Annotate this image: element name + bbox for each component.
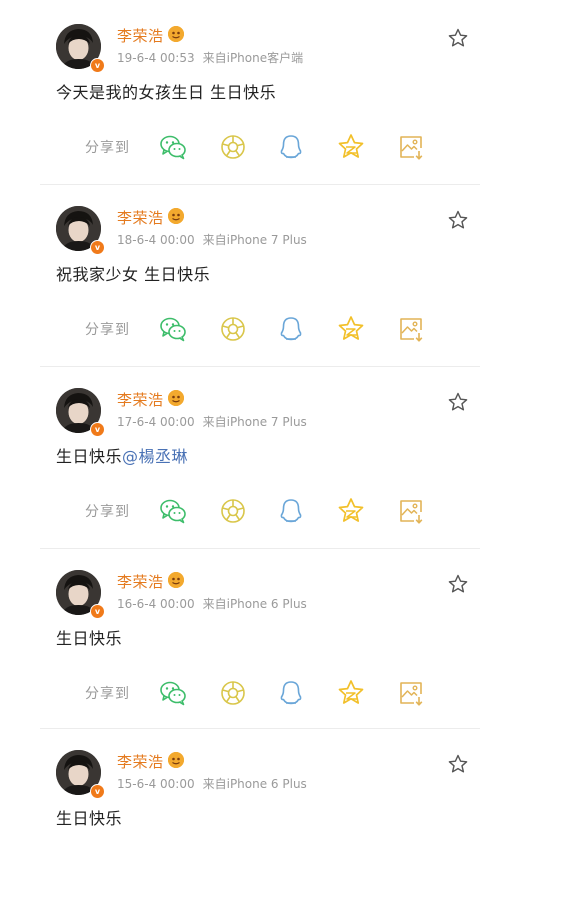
post-content: 生日快乐 xyxy=(56,625,122,649)
moments-icon[interactable] xyxy=(218,678,248,708)
mention-link[interactable]: @楊丞琳 xyxy=(122,447,188,466)
post-content: 今天是我的女孩生日 生日快乐 xyxy=(56,79,276,103)
post-source[interactable]: 来自iPhone 7 Plus xyxy=(203,415,307,429)
moments-icon[interactable] xyxy=(218,314,248,344)
qzone-star-icon[interactable] xyxy=(336,132,366,162)
share-label: 分享到 xyxy=(85,322,130,338)
share-bar: 分享到 xyxy=(0,132,571,162)
qq-icon[interactable] xyxy=(276,132,306,162)
post-content: 生日快乐 xyxy=(56,805,122,829)
star-outline-icon xyxy=(448,574,468,593)
post-meta: 19-6-4 00:53 来自iPhone客户端 xyxy=(117,49,303,66)
member-badge-icon xyxy=(168,208,184,224)
post-text: 生日快乐 xyxy=(56,809,123,828)
save-image-icon[interactable] xyxy=(396,678,426,708)
post-source[interactable]: 来自iPhone 6 Plus xyxy=(203,597,307,611)
qzone-star-icon[interactable] xyxy=(336,496,366,526)
wechat-icon[interactable] xyxy=(158,314,188,344)
member-badge-icon xyxy=(168,26,184,42)
post-meta: 16-6-4 00:00 来自iPhone 6 Plus xyxy=(117,595,307,612)
star-outline-icon xyxy=(448,392,468,411)
wechat-icon[interactable] xyxy=(158,496,188,526)
member-badge-icon xyxy=(168,752,184,768)
star-outline-icon xyxy=(448,210,468,229)
post-card[interactable]: v 李荣浩 15-6-4 00:00来自iPhone 6 Plus 生日快乐 分… xyxy=(0,726,571,908)
post-timestamp: 18-6-4 00:00 xyxy=(117,233,195,247)
wechat-icon[interactable] xyxy=(158,678,188,708)
share-label: 分享到 xyxy=(85,686,130,702)
post-content: 生日快乐@楊丞琳 xyxy=(56,443,188,467)
post-text: 祝我家少女 生日快乐 xyxy=(56,265,211,284)
wechat-icon[interactable] xyxy=(158,132,188,162)
verified-badge-icon: v xyxy=(90,422,105,437)
save-image-icon[interactable] xyxy=(396,314,426,344)
save-image-icon[interactable] xyxy=(396,132,426,162)
qzone-star-icon[interactable] xyxy=(336,314,366,344)
post-timestamp: 19-6-4 00:53 xyxy=(117,51,195,65)
favorite-button[interactable] xyxy=(447,209,469,231)
favorite-button[interactable] xyxy=(447,391,469,413)
username[interactable]: 李荣浩 xyxy=(117,25,164,46)
post-timestamp: 16-6-4 00:00 xyxy=(117,597,195,611)
qq-icon[interactable] xyxy=(276,678,306,708)
qq-icon[interactable] xyxy=(276,314,306,344)
post-text: 生日快乐 xyxy=(56,629,123,648)
member-badge-icon xyxy=(168,572,184,588)
member-badge-icon xyxy=(168,390,184,406)
favorite-button[interactable] xyxy=(447,753,469,775)
post-text: 今天是我的女孩生日 生日快乐 xyxy=(56,83,277,102)
verified-badge-icon: v xyxy=(90,58,105,73)
moments-icon[interactable] xyxy=(218,496,248,526)
post-source[interactable]: 来自iPhone客户端 xyxy=(203,51,304,65)
username[interactable]: 李荣浩 xyxy=(117,389,164,410)
username[interactable]: 李荣浩 xyxy=(117,571,164,592)
qzone-star-icon[interactable] xyxy=(336,678,366,708)
post-timestamp: 17-6-4 00:00 xyxy=(117,415,195,429)
save-image-icon[interactable] xyxy=(396,496,426,526)
post-source[interactable]: 来自iPhone 6 Plus xyxy=(203,777,307,791)
post-source[interactable]: 来自iPhone 7 Plus xyxy=(203,233,307,247)
post-meta: 18-6-4 00:00 来自iPhone 7 Plus xyxy=(117,231,307,248)
share-label: 分享到 xyxy=(85,504,130,520)
verified-badge-icon: v xyxy=(90,604,105,619)
qq-icon[interactable] xyxy=(276,496,306,526)
share-bar: 分享到 xyxy=(0,314,571,344)
star-outline-icon xyxy=(448,28,468,47)
moments-icon[interactable] xyxy=(218,132,248,162)
post-text: 生日快乐 xyxy=(56,447,123,466)
post-meta: 15-6-4 00:00 来自iPhone 6 Plus xyxy=(117,775,307,792)
star-outline-icon xyxy=(448,754,468,773)
post-content: 祝我家少女 生日快乐 xyxy=(56,261,210,285)
post-card[interactable]: v 李荣浩 17-6-4 00:00 来自iPhone 7 Plus 生日快乐@楊… xyxy=(0,364,571,546)
post-card[interactable]: v 李荣浩 19-6-4 00:53 来自iPhone客户端 今天是我的女孩生日 … xyxy=(0,0,571,182)
post-timestamp: 15-6-4 00:00 xyxy=(117,777,195,791)
favorite-button[interactable] xyxy=(447,27,469,49)
post-meta: 17-6-4 00:00 来自iPhone 7 Plus xyxy=(117,413,307,430)
favorite-button[interactable] xyxy=(447,573,469,595)
verified-badge-icon: v xyxy=(90,784,105,799)
share-bar: 分享到 xyxy=(0,678,571,708)
post-card[interactable]: v 李荣浩 18-6-4 00:00 来自iPhone 7 Plus 祝我家少女 … xyxy=(0,182,571,364)
post-card[interactable]: v 李荣浩 16-6-4 00:00 来自iPhone 6 Plus 生日快乐 分… xyxy=(0,546,571,728)
verified-badge-icon: v xyxy=(90,240,105,255)
username[interactable]: 李荣浩 xyxy=(117,207,164,228)
share-label: 分享到 xyxy=(85,140,130,156)
username[interactable]: 李荣浩 xyxy=(117,751,164,772)
share-bar: 分享到 xyxy=(0,496,571,526)
